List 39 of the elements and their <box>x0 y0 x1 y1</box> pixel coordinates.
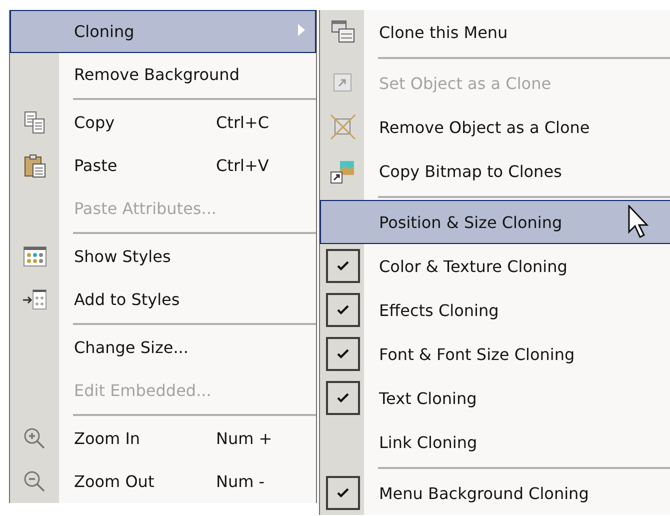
check-icon <box>336 260 350 272</box>
menu-item[interactable]: Change Size... <box>10 326 316 369</box>
menu-item[interactable]: Zoom In Num + <box>10 417 316 460</box>
menu-item[interactable]: Cloning <box>10 10 316 53</box>
check-icon <box>336 348 350 360</box>
menu-item[interactable]: Zoom Out Num - <box>10 460 316 503</box>
shortcut-label: Num + <box>216 429 272 448</box>
menu-item[interactable]: Show Styles <box>10 235 316 278</box>
menu-item[interactable]: Color & Texture Cloning <box>320 244 670 288</box>
shortcut-label: Num - <box>216 472 265 491</box>
menu-item[interactable]: Clone this Menu <box>320 10 670 54</box>
menu-item[interactable]: Add to Styles <box>10 278 316 321</box>
menu-item[interactable]: Menu Background Cloning <box>320 471 670 515</box>
menu-item[interactable]: Remove Object as a Clone <box>320 105 670 149</box>
menu-item[interactable]: Remove Background <box>10 53 316 96</box>
crossed-box-icon <box>330 114 356 140</box>
menu-item[interactable]: Effects Cloning <box>320 288 670 332</box>
check-icon <box>336 487 350 499</box>
check-icon <box>336 304 350 316</box>
menu-item[interactable]: Text Cloning <box>320 376 670 420</box>
checkbox[interactable] <box>326 381 360 415</box>
checkbox[interactable] <box>326 476 360 510</box>
styles-icon <box>22 244 48 270</box>
menu-item[interactable]: Font & Font Size Cloning <box>320 332 670 376</box>
menu-item[interactable]: Copy Bitmap to Clones <box>320 149 670 193</box>
menu-item[interactable]: Copy Ctrl+C <box>10 101 316 144</box>
menu-item[interactable]: Position & Size Cloning <box>320 200 670 244</box>
clipboard-icon <box>22 152 48 178</box>
menu-item[interactable]: Link Cloning <box>320 420 670 464</box>
check-icon <box>336 392 350 404</box>
add-styles-icon <box>22 286 48 312</box>
checkbox[interactable] <box>326 337 360 371</box>
menu-item[interactable]: Paste Ctrl+V <box>10 144 316 187</box>
checkbox[interactable] <box>326 293 360 327</box>
checkbox[interactable] <box>326 249 360 283</box>
shortcut-label: Ctrl+C <box>216 113 270 132</box>
shortcut-label: Ctrl+V <box>216 156 269 175</box>
bitmap-icon <box>330 158 356 184</box>
windows-icon <box>330 19 356 45</box>
